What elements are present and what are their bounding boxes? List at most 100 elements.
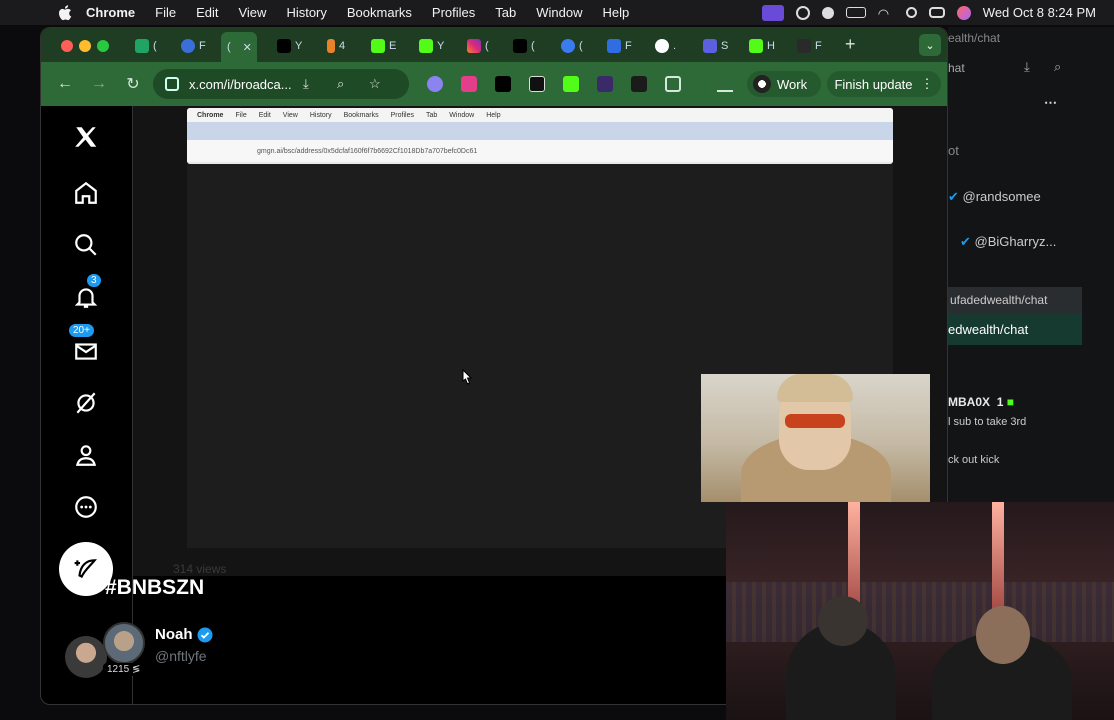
- window-minimize-button[interactable]: [79, 40, 91, 52]
- tab-kick[interactable]: Y: [419, 36, 455, 56]
- menu-file[interactable]: File: [155, 5, 176, 20]
- menu-help[interactable]: Help: [603, 5, 630, 20]
- tab-orange[interactable]: 4: [327, 36, 363, 56]
- ceiling-light: [848, 502, 860, 612]
- bg-user-1: ✔ @randsomee: [948, 189, 1041, 204]
- webcam-overlay-room: [726, 502, 1114, 720]
- menu-window[interactable]: Window: [536, 5, 582, 20]
- search-icon[interactable]: [905, 7, 917, 18]
- tab-x-active[interactable]: ( ✕: [221, 32, 257, 62]
- account-avatar[interactable]: [65, 636, 107, 678]
- extension-phantom-icon[interactable]: [427, 76, 443, 92]
- back-arrow-icon[interactable]: ←: [55, 74, 75, 94]
- bg-user-2: ✔ @BiGharryz...: [960, 234, 1057, 249]
- apple-menu-icon[interactable]: [58, 4, 72, 21]
- tab-instagram[interactable]: (: [467, 36, 503, 56]
- inner-menu-bar: Chrome File Edit View History Bookmarks …: [187, 108, 893, 122]
- address-bar[interactable]: x.com/i/broadca... ⤓ ⌕ ☆: [153, 69, 409, 99]
- new-tab-button[interactable]: +: [845, 34, 856, 55]
- menu-app-chrome[interactable]: Chrome: [86, 5, 135, 20]
- menubar-status-area: ◠ Wed Oct 8 8:24 PM: [761, 0, 1096, 25]
- play-icon[interactable]: [795, 5, 810, 20]
- host-listener-count: 1215 ≶: [103, 663, 145, 676]
- menu-history[interactable]: History: [286, 5, 326, 20]
- tab-wave[interactable]: F: [797, 36, 833, 56]
- battery-icon[interactable]: [845, 7, 866, 18]
- menu-edit[interactable]: Edit: [196, 5, 218, 20]
- forward-arrow-icon[interactable]: →: [89, 74, 109, 94]
- bg-ot-label: ot: [948, 143, 959, 158]
- profile-avatar-icon: [753, 75, 771, 93]
- inner-menu-item: View: [282, 111, 298, 119]
- sl-icon: [703, 39, 717, 53]
- profile-person-icon[interactable]: [71, 440, 101, 470]
- inner-menu-item: Bookmarks: [343, 111, 379, 119]
- threads-icon: [655, 39, 669, 53]
- tab-x-2[interactable]: Y: [277, 36, 313, 56]
- zoom-icon[interactable]: ⌕: [337, 76, 344, 92]
- host-handle[interactable]: @nftlyfe: [155, 648, 207, 664]
- instagram-icon: [467, 39, 481, 53]
- control-center-icon[interactable]: [928, 7, 945, 18]
- notifications-badge: 3: [87, 274, 101, 287]
- notifications-bell-icon[interactable]: 3: [71, 274, 101, 312]
- menu-profiles[interactable]: Profiles: [432, 5, 475, 20]
- mouse-cursor-icon: [462, 369, 473, 385]
- tab-sl[interactable]: S: [703, 36, 739, 56]
- tab-x-3[interactable]: (: [513, 36, 549, 56]
- x-logo-icon[interactable]: [71, 122, 101, 152]
- tab-blue-f[interactable]: F: [607, 36, 643, 56]
- person-right-head: [976, 606, 1030, 664]
- wifi-icon[interactable]: ◠: [878, 6, 894, 21]
- home-icon[interactable]: [71, 178, 101, 208]
- extension-purple-icon[interactable]: [597, 76, 613, 92]
- x-sidebar: 3 20+: [41, 106, 133, 704]
- siri-icon[interactable]: [956, 5, 971, 20]
- extensions-puzzle-icon[interactable]: [665, 76, 681, 92]
- extension-grid-icon[interactable]: [631, 76, 647, 92]
- tab-green-e[interactable]: E: [371, 36, 407, 56]
- tab-sheets[interactable]: (: [135, 36, 171, 56]
- search-icon[interactable]: [71, 230, 101, 260]
- background-browser-window: ealth/chat hat ⤓ ⌕ ⋯ ot ✔ @randsomee ✔ @…: [948, 27, 1114, 502]
- tab-blue-c[interactable]: (: [561, 36, 597, 56]
- more-options-icon[interactable]: [71, 492, 101, 522]
- inner-menu-item: File: [235, 111, 247, 119]
- menu-view[interactable]: View: [238, 5, 266, 20]
- host-avatar[interactable]: [103, 622, 145, 664]
- shared-screen-capture: Chrome File Edit View History Bookmarks …: [187, 108, 893, 164]
- moon-icon[interactable]: [821, 6, 834, 19]
- profile-work-chip[interactable]: Work: [747, 71, 821, 97]
- window-close-button[interactable]: [61, 40, 73, 52]
- tab-threads[interactable]: .: [655, 36, 691, 56]
- finish-update-button[interactable]: Finish update ⋮: [827, 71, 941, 97]
- bg-more-icon: ⋯: [1044, 95, 1057, 110]
- extension-x-icon[interactable]: [495, 76, 511, 92]
- tab-close-icon[interactable]: ✕: [243, 41, 252, 54]
- media-controls-icon[interactable]: [717, 76, 733, 92]
- grok-icon[interactable]: [71, 388, 101, 418]
- tab-d[interactable]: H: [749, 36, 785, 56]
- tab-search-button[interactable]: ⌄: [919, 34, 941, 56]
- messages-envelope-icon[interactable]: 20+: [69, 324, 101, 366]
- menu-bookmarks[interactable]: Bookmarks: [347, 5, 412, 20]
- extension-green-icon[interactable]: [563, 76, 579, 92]
- inner-menu-item: Edit: [258, 111, 271, 119]
- kebab-menu-icon[interactable]: ⋮: [921, 76, 934, 92]
- extension-wallet-icon[interactable]: [529, 76, 545, 92]
- bookmark-star-icon[interactable]: ☆: [369, 76, 381, 92]
- tab-r[interactable]: F: [181, 36, 217, 56]
- extension-pink-icon[interactable]: [461, 76, 477, 92]
- screen-record-icon[interactable]: [761, 4, 784, 21]
- clock-datetime[interactable]: Wed Oct 8 8:24 PM: [983, 5, 1096, 20]
- bg-chat-tab: ufadedwealth/chat: [948, 287, 1082, 313]
- site-info-icon[interactable]: [165, 77, 179, 91]
- inner-menu-item: Window: [449, 111, 475, 119]
- menu-tab[interactable]: Tab: [495, 5, 516, 20]
- host-name[interactable]: Noah: [155, 626, 213, 643]
- url-text[interactable]: x.com/i/broadca...: [189, 77, 292, 92]
- install-app-icon[interactable]: ⤓: [303, 76, 309, 92]
- window-maximize-button[interactable]: [97, 40, 109, 52]
- reload-icon[interactable]: ↻: [123, 74, 143, 94]
- host-name-text[interactable]: Noah: [155, 626, 193, 643]
